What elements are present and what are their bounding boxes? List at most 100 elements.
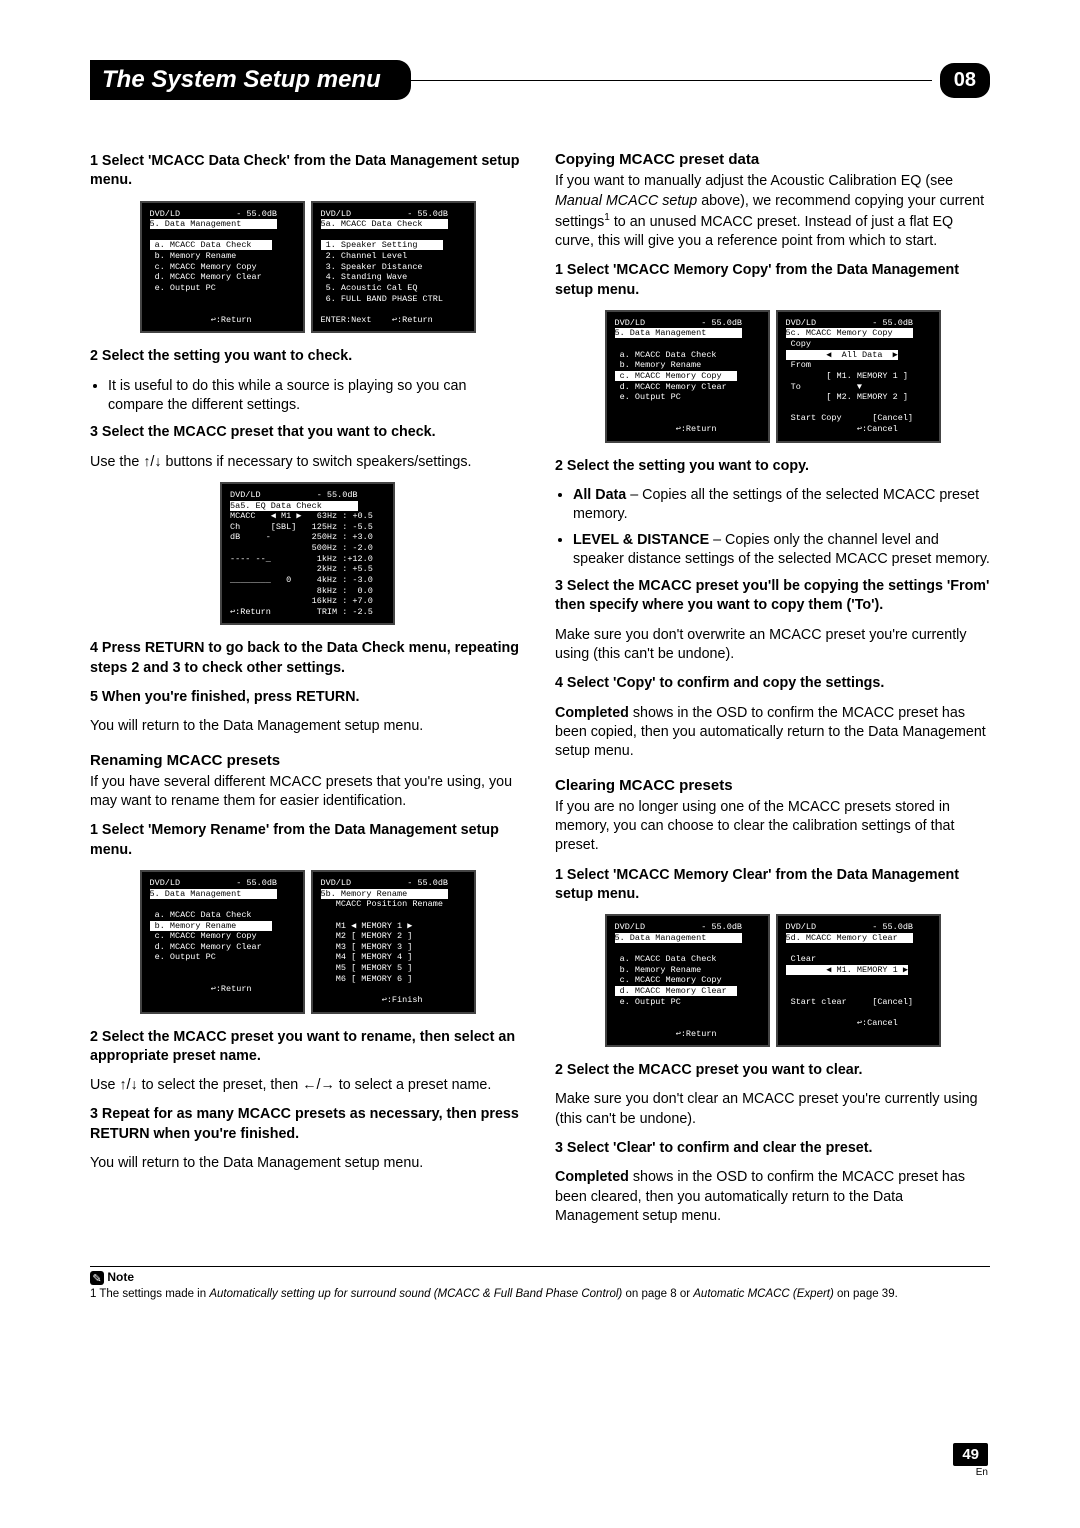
r-step2: 2 Select the MCACC preset you want to re… xyxy=(90,1028,525,1067)
osd-item: 1. Speaker Setting xyxy=(321,240,443,250)
osd-item: b. Memory Rename xyxy=(615,360,702,370)
osd-foot: ↩:Return xyxy=(615,1029,717,1039)
osd-hdr: DVD/LD - 55.0dB xyxy=(321,878,449,888)
osd-hdr: DVD/LD - 55.0dB xyxy=(615,922,743,932)
osd-title: 5. Data Management xyxy=(615,328,743,338)
osd-line: [ M1. MEMORY 1 ] xyxy=(786,371,908,381)
r-step3: 3 Repeat for as many MCACC presets as ne… xyxy=(90,1105,525,1144)
osd-item: e. Output PC xyxy=(615,997,681,1007)
c-step2: 2 Select the setting you want to copy. xyxy=(555,457,990,476)
c-step1: 1 Select 'MCACC Memory Copy' from the Da… xyxy=(555,261,990,300)
osd-line: Start Copy [Cancel] xyxy=(786,413,914,423)
t: Completed xyxy=(555,705,629,721)
l-step2-list: It is useful to do this while a source i… xyxy=(108,377,525,416)
osd-line: Clear xyxy=(786,954,817,964)
note-label: ✎ Note xyxy=(90,1270,990,1285)
osd-title: 5. Data Management xyxy=(150,889,278,899)
osd-hdr: DVD/LD - 55.0dB xyxy=(230,490,358,500)
osd-data-mgmt-a: DVD/LD - 55.0dB 5. Data Management a. MC… xyxy=(140,201,305,334)
t: Automatically setting up for surround so… xyxy=(209,1288,622,1300)
osd-data-mgmt-d: DVD/LD - 55.0dB 5. Data Management a. MC… xyxy=(605,914,770,1047)
osd-item: d. MCACC Memory Clear xyxy=(615,986,737,996)
osd-clear: DVD/LD - 55.0dB 5d. MCACC Memory Clear C… xyxy=(776,914,941,1047)
cl-step3-body: Completed shows in the OSD to confirm th… xyxy=(555,1168,990,1226)
note-icon: ✎ xyxy=(90,1271,104,1285)
header: The System Setup menu 08 xyxy=(90,60,990,100)
t: Use the xyxy=(90,454,143,470)
t: Completed xyxy=(555,1169,629,1185)
osd-eq-row: DVD/LD - 55.0dB 5a5. EQ Data Check MCACC… xyxy=(90,482,525,626)
osd-item: c. MCACC Memory Copy xyxy=(615,975,722,985)
page-lang: En xyxy=(953,1467,988,1478)
t: buttons if necessary to switch speakers/… xyxy=(162,454,472,470)
osd-item: b. Memory Rename xyxy=(150,251,237,261)
l-step3-body: Use the ↑/↓ buttons if necessary to swit… xyxy=(90,453,525,472)
osd-title: 5a. MCACC Data Check xyxy=(321,219,449,229)
copy-heading: Copying MCACC preset data xyxy=(555,150,990,170)
l-step3: 3 Select the MCACC preset that you want … xyxy=(90,423,525,442)
osd-line: ↩:Return TRIM : -2.5 xyxy=(230,607,373,617)
osd-item: c. MCACC Memory Copy xyxy=(150,931,257,941)
osd-line: MCACC Position Rename xyxy=(321,899,443,909)
osd-copy: DVD/LD - 55.0dB 5c. MCACC Memory Copy Co… xyxy=(776,310,941,443)
osd-hdr: DVD/LD - 55.0dB xyxy=(786,922,914,932)
osd-foot: ENTER:Next ↩:Return xyxy=(321,315,433,325)
t: LEVEL & DISTANCE xyxy=(573,532,709,548)
header-line xyxy=(411,80,932,81)
osd-eq-data: DVD/LD - 55.0dB 5a5. EQ Data Check MCACC… xyxy=(220,482,395,626)
osd-item: c. MCACC Memory Copy xyxy=(150,262,257,272)
l-step2: 2 Select the setting you want to check. xyxy=(90,347,525,366)
r-step1: 1 Select 'Memory Rename' from the Data M… xyxy=(90,821,525,860)
l-step5: 5 When you're finished, press RETURN. xyxy=(90,688,525,707)
osd-hdr: DVD/LD - 55.0dB xyxy=(615,318,743,328)
osd-foot: ↩:Cancel xyxy=(786,424,898,434)
osd-item: 2. Channel Level xyxy=(321,251,408,261)
c-bul1: All Data – Copies all the settings of th… xyxy=(573,486,990,525)
osd-item: 3. Speaker Distance xyxy=(321,262,423,272)
cl-step2-body: Make sure you don't clear an MCACC prese… xyxy=(555,1090,990,1129)
osd-rename-row: DVD/LD - 55.0dB 5. Data Management a. MC… xyxy=(90,870,525,1014)
t: Automatic MCACC (Expert) xyxy=(693,1288,834,1300)
osd-data-mgmt-c: DVD/LD - 55.0dB 5. Data Management a. MC… xyxy=(605,310,770,443)
osd-item: 6. FULL BAND PHASE CTRL xyxy=(321,294,443,304)
page-num: 49 xyxy=(953,1443,988,1466)
arrow-updown-icon: ↑/↓ xyxy=(143,454,161,470)
c-step4-body: Completed shows in the OSD to confirm th… xyxy=(555,704,990,762)
osd-item: e. Output PC xyxy=(615,392,681,402)
osd-title: 5b. Memory Rename xyxy=(321,889,449,899)
osd-item: d. MCACC Memory Clear xyxy=(150,272,262,282)
osd-line: MCACC ◀ M1 ▶ 63Hz : +0.5 xyxy=(230,511,373,521)
osd-line: 8kHz : 0.0 xyxy=(230,586,373,596)
t: 1 The settings made in xyxy=(90,1288,209,1300)
t: – Copies all the settings of the selecte… xyxy=(573,487,979,522)
t: on page 39. xyxy=(834,1288,898,1300)
c-bul2: LEVEL & DISTANCE – Copies only the chann… xyxy=(573,531,990,570)
osd-line: From xyxy=(786,360,812,370)
page: The System Setup menu 08 1 Select 'MCACC… xyxy=(0,0,1080,1528)
t: Use xyxy=(90,1077,119,1093)
osd-line: M1 ◀ MEMORY 1 ▶ xyxy=(321,921,413,931)
left-column: 1 Select 'MCACC Data Check' from the Dat… xyxy=(90,150,525,1236)
osd-item: e. Output PC xyxy=(150,952,216,962)
osd-item: a. MCACC Data Check xyxy=(150,240,272,250)
osd-hdr: DVD/LD - 55.0dB xyxy=(786,318,914,328)
clear-heading: Clearing MCACC presets xyxy=(555,776,990,796)
osd-title: 5. Data Management xyxy=(150,219,278,229)
osd-data-check: DVD/LD - 55.0dB 5a. MCACC Data Check 1. … xyxy=(311,201,476,334)
cl-step1: 1 Select 'MCACC Memory Clear' from the D… xyxy=(555,866,990,905)
r-step2-body: Use ↑/↓ to select the preset, then ←/→ t… xyxy=(90,1076,525,1095)
osd-foot: ↩:Return xyxy=(150,984,252,994)
osd-item: 5. Acoustic Cal EQ xyxy=(321,283,418,293)
osd-item: 4. Standing Wave xyxy=(321,272,408,282)
arrow-leftright-icon: ←/→ xyxy=(302,1077,335,1093)
osd-line: M2 [ MEMORY 2 ] xyxy=(321,931,413,941)
osd-item: e. Output PC xyxy=(150,283,216,293)
chapter-badge: 08 xyxy=(940,63,990,98)
osd-line: [ M2. MEMORY 2 ] xyxy=(786,392,908,402)
rename-heading: Renaming MCACC presets xyxy=(90,751,525,771)
osd-line: M4 [ MEMORY 4 ] xyxy=(321,952,413,962)
osd-title: 5d. MCACC Memory Clear xyxy=(786,933,914,943)
osd-line: 500Hz : -2.0 xyxy=(230,543,373,553)
r-step3-body: You will return to the Data Management s… xyxy=(90,1154,525,1173)
body-columns: 1 Select 'MCACC Data Check' from the Dat… xyxy=(90,150,990,1236)
